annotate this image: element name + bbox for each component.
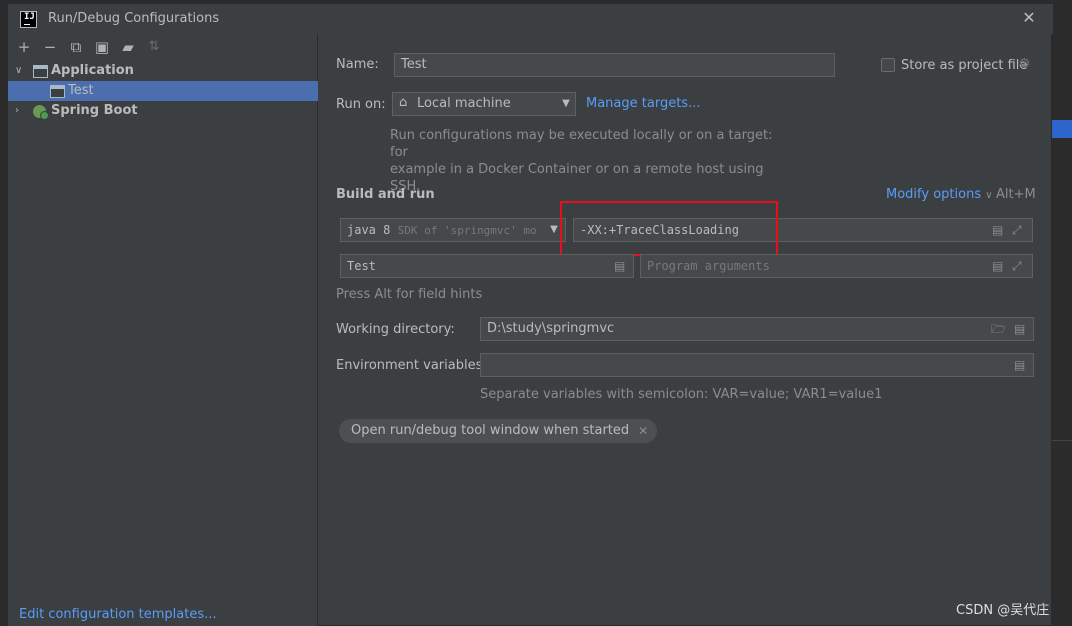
config-tree-panel: + − ⧉ ▣ ▰ ⇅ ∨ Application Test › Spring … — [8, 34, 318, 626]
config-editor-panel: Name: Test Store as project file ⚙ Run o… — [319, 34, 1052, 626]
new-folder-icon[interactable]: ▰ — [118, 38, 138, 56]
folder-icon[interactable]: 🗁 — [991, 318, 1006, 340]
tree-node-label: Spring Boot — [51, 103, 138, 118]
build-and-run-title: Build and run — [336, 187, 435, 202]
run-on-desc-line2: example in a Docker Container or on a re… — [390, 162, 764, 194]
close-button[interactable]: ✕ — [1020, 9, 1038, 27]
chevron-right-icon[interactable]: › — [15, 101, 25, 121]
config-tree: ∨ Application Test › Spring Boot — [8, 61, 318, 121]
add-icon[interactable]: + — [14, 38, 34, 56]
close-icon[interactable]: ✕ — [638, 419, 648, 443]
run-debug-dialog: IJ Run/Debug Configurations ✕ + − ⧉ ▣ ▰ … — [7, 3, 1053, 626]
store-as-project-checkbox[interactable] — [881, 58, 895, 72]
background-divider — [1052, 440, 1072, 441]
tree-toolbar: + − ⧉ ▣ ▰ ⇅ — [14, 38, 164, 56]
sort-icon[interactable]: ⇅ — [144, 38, 164, 56]
expand-icon[interactable]: ⤢ — [1012, 219, 1022, 241]
run-on-desc-line1: Run configurations may be executed local… — [390, 128, 773, 160]
chevron-down-icon[interactable]: ∨ — [15, 61, 25, 81]
application-config-icon — [50, 85, 65, 98]
tree-node-application[interactable]: ∨ Application — [8, 61, 318, 81]
jdk-select[interactable]: java 8 SDK of 'springmvc' mo — [340, 218, 566, 242]
document-icon[interactable]: ▤ — [992, 255, 1003, 277]
document-icon[interactable]: ▤ — [614, 255, 625, 277]
working-dir-input[interactable]: D:\study\springmvc — [480, 317, 1034, 341]
name-input[interactable]: Test — [394, 53, 835, 77]
modify-options-link[interactable]: Modify options ∨ — [886, 187, 993, 202]
document-icon[interactable]: ▤ — [992, 219, 1003, 241]
name-label: Name: — [336, 57, 379, 72]
background-ide-strip — [1052, 0, 1072, 626]
application-config-icon — [33, 65, 48, 78]
background-left-strip — [0, 440, 7, 626]
run-on-description: Run configurations may be executed local… — [390, 127, 790, 195]
jdk-value: java 8 — [347, 223, 391, 237]
env-vars-input[interactable] — [480, 353, 1034, 377]
copy-icon[interactable]: ⧉ — [66, 38, 86, 56]
env-vars-label: Environment variables: — [336, 358, 487, 373]
remove-icon[interactable]: − — [40, 38, 60, 56]
title-bar: IJ Run/Debug Configurations ✕ — [8, 4, 1053, 34]
modify-options-label: Modify options — [886, 187, 982, 202]
chevron-down-icon: ∨ — [985, 190, 993, 201]
run-on-value: Local machine — [417, 96, 511, 111]
run-on-label: Run on: — [336, 97, 386, 112]
watermark: CSDN @吴代庄 — [956, 603, 1050, 618]
gear-icon[interactable]: ⚙ — [1018, 56, 1031, 72]
modify-options-shortcut: Alt+M — [996, 187, 1036, 202]
document-icon[interactable]: ▤ — [1014, 354, 1025, 376]
tree-node-test[interactable]: Test — [8, 81, 318, 101]
option-chip[interactable]: Open run/debug tool window when started … — [339, 419, 658, 443]
env-vars-hint: Separate variables with semicolon: VAR=v… — [480, 387, 883, 402]
tree-node-label: Application — [51, 63, 134, 78]
program-arguments-input[interactable]: Program arguments — [640, 254, 1033, 278]
option-chip-label: Open run/debug tool window when started — [351, 423, 630, 438]
edit-templates-link[interactable]: Edit configuration templates... — [19, 607, 217, 622]
tree-node-spring-boot[interactable]: › Spring Boot — [8, 101, 318, 121]
store-as-project-label: Store as project file — [901, 58, 1028, 73]
background-selection — [1052, 120, 1072, 138]
tree-node-label: Test — [68, 83, 94, 98]
manage-targets-link[interactable]: Manage targets... — [586, 96, 700, 111]
spring-boot-icon — [33, 105, 49, 120]
main-class-input[interactable]: Test — [340, 254, 634, 278]
expand-icon[interactable]: ⤢ — [1012, 255, 1022, 277]
save-icon[interactable]: ▣ — [92, 38, 112, 56]
chevron-down-icon[interactable]: ▼ — [548, 219, 560, 241]
chevron-down-icon[interactable]: ▼ — [560, 93, 572, 115]
window-title: Run/Debug Configurations — [48, 11, 220, 26]
home-icon: ⌂ — [399, 95, 408, 110]
working-dir-label: Working directory: — [336, 322, 455, 337]
run-on-select[interactable]: Local machine — [392, 92, 576, 116]
field-hints-text: Press Alt for field hints — [336, 287, 483, 302]
highlight-box — [560, 201, 778, 256]
document-icon[interactable]: ▤ — [1014, 318, 1025, 340]
jdk-hint: SDK of 'springmvc' mo — [397, 224, 537, 237]
intellij-logo-icon: IJ — [20, 11, 37, 28]
